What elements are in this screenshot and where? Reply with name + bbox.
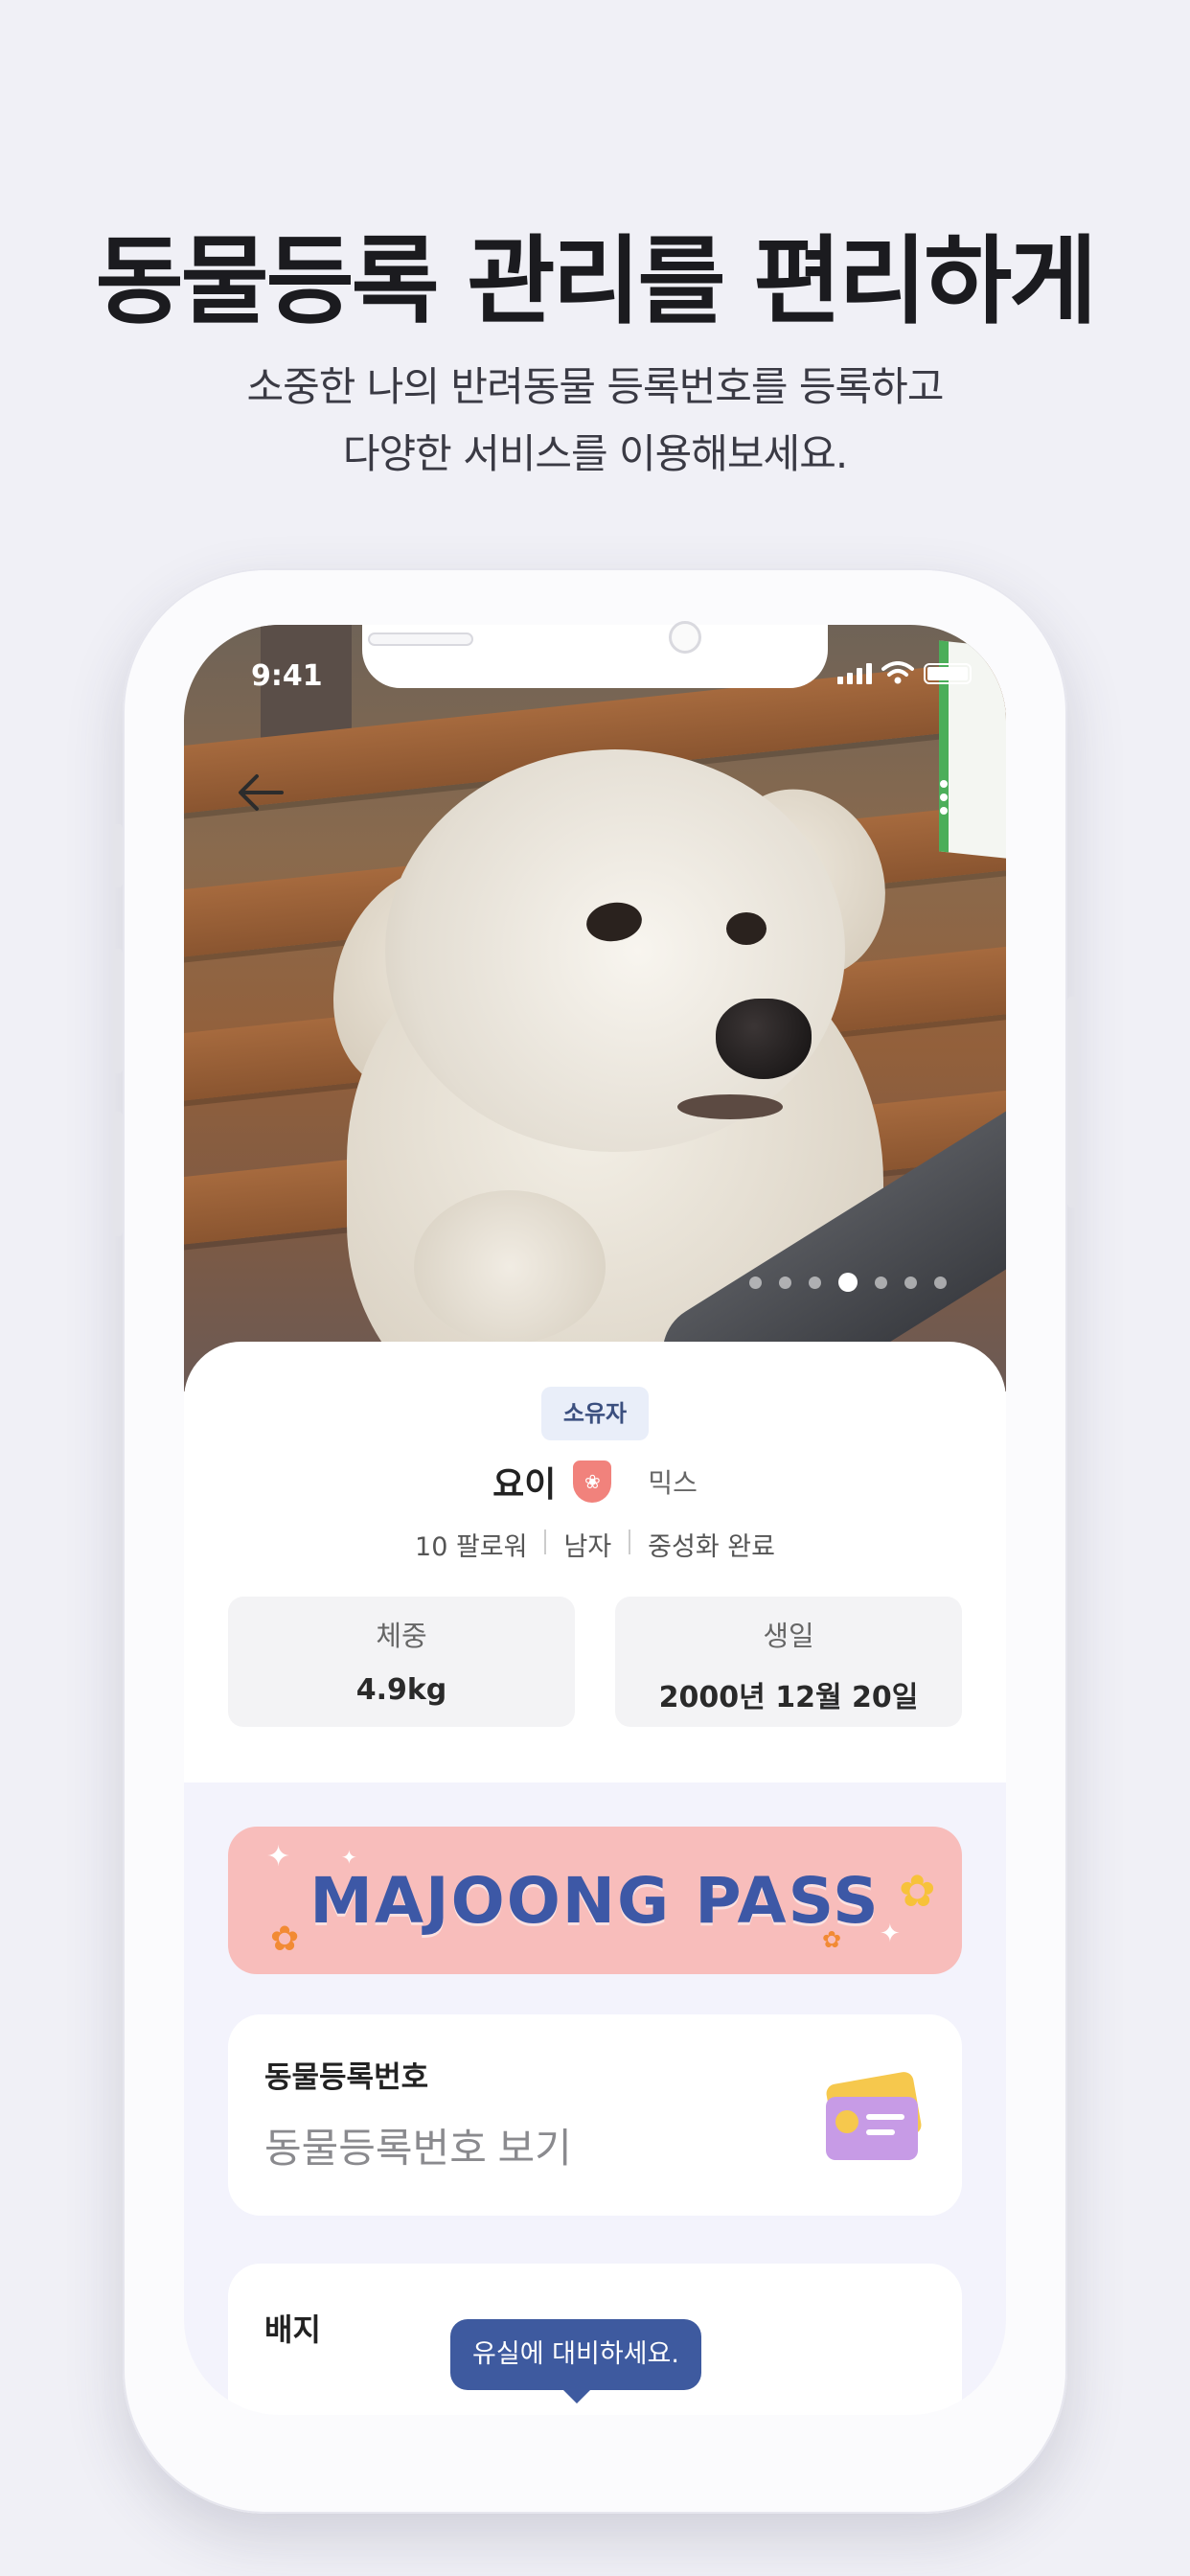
carousel-page-indicator[interactable] xyxy=(749,1273,947,1292)
birthday-label: 생일 xyxy=(763,1620,814,1652)
paw-shield-icon: ❀ xyxy=(573,1460,612,1503)
registration-title: 동물등록번호 xyxy=(264,2060,429,2094)
birthday-value: 2000년 12월 20일 xyxy=(658,1681,919,1714)
sparkle-icon: ✦ xyxy=(266,1841,291,1873)
dog-nose xyxy=(716,999,812,1079)
phone-side-button xyxy=(113,824,123,887)
carousel-dot[interactable] xyxy=(934,1276,947,1289)
dog-head xyxy=(385,749,845,1152)
carousel-dot[interactable] xyxy=(875,1276,887,1289)
pet-photo[interactable]: 9:41 xyxy=(184,625,1006,1392)
phone-volume-down-button xyxy=(113,1112,123,1236)
promo-subtitle-line2: 다양한 서비스를 이용해보세요. xyxy=(342,430,848,477)
phone-power-button xyxy=(1067,997,1077,1208)
weight-card: 체중 4.9kg xyxy=(228,1597,575,1727)
weight-value: 4.9kg xyxy=(355,1673,447,1707)
back-arrow-icon[interactable] xyxy=(228,759,295,826)
registration-number-card[interactable]: 동물등록번호 동물등록번호 보기 xyxy=(228,2014,962,2216)
tooltip-tail xyxy=(561,2388,592,2404)
phone-volume-up-button xyxy=(113,949,123,1073)
wifi-icon xyxy=(881,661,914,684)
promo-subtitle-line1: 소중한 나의 반려동물 등록번호를 등록하고 xyxy=(246,363,945,410)
carousel-dot-active[interactable] xyxy=(838,1273,858,1292)
more-menu-icon[interactable] xyxy=(929,769,958,826)
carousel-dot[interactable] xyxy=(749,1276,762,1289)
weight-label: 체중 xyxy=(376,1620,427,1652)
birthday-card: 생일 2000년 12월 20일 xyxy=(615,1597,962,1727)
neuter-status: 중성화 완료 xyxy=(648,1532,775,1562)
phone-speaker xyxy=(368,632,473,646)
promo-headline: 동물등록 관리를 편리하게 xyxy=(95,225,1098,337)
id-card-icon xyxy=(822,2070,924,2162)
pet-info-row: 10 팔로워 남자 중성화 완료 xyxy=(184,1526,1006,1563)
view-registration-link[interactable]: 동물등록번호 보기 xyxy=(264,2116,572,2174)
status-time: 9:41 xyxy=(251,659,323,693)
battery-icon xyxy=(924,663,972,684)
majoong-pass-label: MAJOONG PASS xyxy=(309,1863,881,1938)
app-screen: 9:41 소유자 요이 ❀ 믹스 10 팔로워 남자 중성화 완료 체중 4.9… xyxy=(184,625,1006,2415)
pet-gender: 남자 xyxy=(563,1532,612,1562)
status-icons xyxy=(837,661,972,684)
badge-title: 배지 xyxy=(264,2312,321,2348)
carousel-dot[interactable] xyxy=(904,1276,917,1289)
dog-paw xyxy=(414,1190,606,1344)
flower-icon: ✿ xyxy=(270,1919,300,1958)
carousel-dot[interactable] xyxy=(809,1276,821,1289)
signal-icon xyxy=(837,663,872,684)
follower-count[interactable]: 10 팔로워 xyxy=(415,1526,527,1563)
pet-breed: 믹스 xyxy=(648,1467,698,1499)
sparkle-icon: ✦ xyxy=(341,1848,357,1869)
pet-name: 요이 xyxy=(492,1465,557,1505)
carousel-dot[interactable] xyxy=(779,1276,791,1289)
dog-eye xyxy=(726,912,767,945)
divider xyxy=(544,1530,547,1554)
tooltip-bubble: 유실에 대비하세요. xyxy=(450,2319,701,2390)
owner-role-badge: 소유자 xyxy=(541,1387,649,1440)
flower-icon: ✿ xyxy=(822,1927,842,1953)
dog-mouth xyxy=(677,1094,783,1119)
flower-icon: ✿ xyxy=(899,1866,936,1916)
divider xyxy=(629,1530,631,1554)
sparkle-icon: ✦ xyxy=(880,1919,901,1947)
pet-name-row: 요이 ❀ 믹스 xyxy=(184,1457,1006,1506)
phone-camera xyxy=(669,621,701,654)
profile-sheet: 소유자 요이 ❀ 믹스 10 팔로워 남자 중성화 완료 체중 4.9kg 생일… xyxy=(184,1342,1006,2415)
majoong-pass-banner[interactable]: ✦ ✦ ✿ ✦ ✿ ✿ MAJOONG PASS xyxy=(228,1827,962,1974)
